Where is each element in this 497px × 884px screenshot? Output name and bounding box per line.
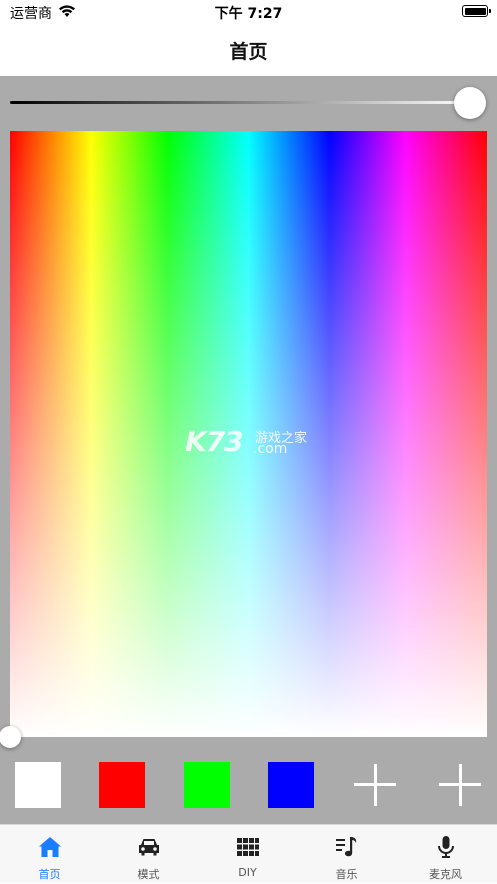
grid-icon <box>237 838 259 856</box>
swatch-white[interactable] <box>15 762 61 808</box>
swatch-red[interactable] <box>99 762 145 808</box>
home-icon <box>39 837 61 857</box>
tab-mode[interactable]: 模式 <box>99 825 198 884</box>
tab-label: 音乐 <box>335 868 358 881</box>
music-note-icon <box>336 837 357 857</box>
watermark-logo-mark: K73 <box>185 425 244 458</box>
tab-home[interactable]: 首页 <box>0 825 99 884</box>
tab-label: 首页 <box>38 868 61 881</box>
add-color-button[interactable] <box>437 762 483 808</box>
slider-thumb[interactable] <box>454 87 486 119</box>
color-swatches <box>0 762 497 808</box>
swatch-green[interactable] <box>184 762 230 808</box>
tab-diy[interactable]: DIY <box>198 825 297 884</box>
color-selector-thumb[interactable] <box>0 726 21 748</box>
status-bar: 运营商 下午 7:27 <box>0 0 497 26</box>
tab-bar: 首页 模式 DIY 音乐 麦克风 <box>0 824 497 883</box>
tab-label: DIY <box>238 866 257 879</box>
add-color-button[interactable] <box>352 762 398 808</box>
status-time: 下午 7:27 <box>214 6 283 22</box>
car-icon <box>139 839 159 856</box>
microphone-icon <box>438 836 454 858</box>
tab-music[interactable]: 音乐 <box>297 825 396 884</box>
swatch-blue[interactable] <box>268 762 314 808</box>
page-title: 首页 <box>229 41 268 63</box>
watermark-logo: K73 游戏之家 .com <box>185 425 325 461</box>
tab-label: 麦克风 <box>429 868 462 881</box>
tab-label: 模式 <box>137 868 160 881</box>
watermark-domain: .com <box>253 441 288 457</box>
battery-level <box>464 7 486 15</box>
battery-icon <box>462 5 491 17</box>
tab-microphone[interactable]: 麦克风 <box>396 825 495 884</box>
slider-track[interactable] <box>10 101 470 104</box>
navigation-bar: 首页 <box>0 26 497 76</box>
brightness-slider[interactable] <box>10 86 487 120</box>
